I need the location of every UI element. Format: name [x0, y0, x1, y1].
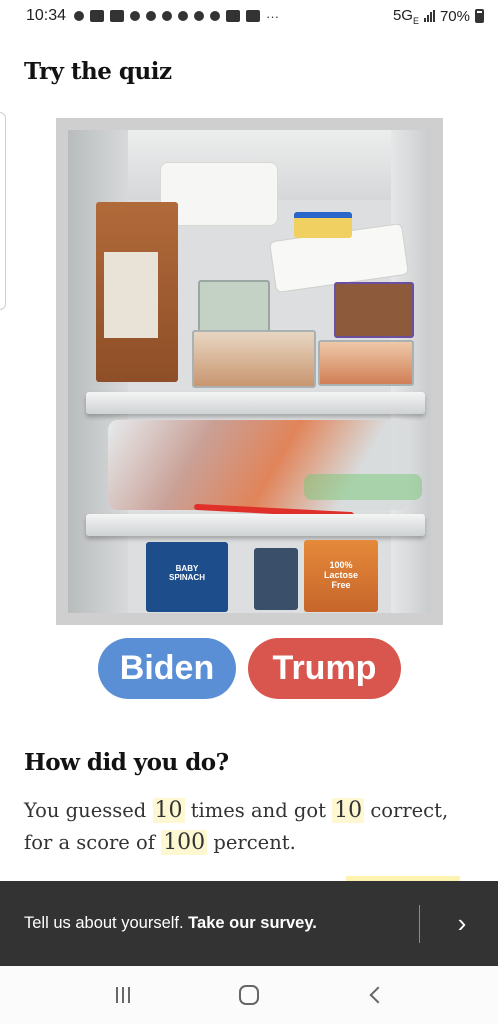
recents-icon: [116, 987, 130, 1003]
more-notifications-icon: ···: [266, 8, 280, 24]
results-title: How did you do?: [24, 749, 229, 776]
notification-icons: ···: [74, 9, 393, 24]
jar: [254, 548, 298, 610]
score-value: 100: [161, 830, 208, 855]
food-container: [192, 330, 316, 388]
refrigerator-photo: BABY SPINACH 100% Lactose Free: [56, 118, 443, 625]
survey-banner[interactable]: Tell us about yourself. Take our survey.…: [0, 881, 498, 966]
gallery-icon: [246, 10, 261, 22]
status-time: 10:34: [26, 7, 67, 24]
package-label: Lactose: [323, 570, 358, 580]
back-button[interactable]: [351, 975, 399, 1015]
recent-apps-button[interactable]: [99, 975, 147, 1015]
survey-link[interactable]: Take our survey.: [188, 914, 317, 932]
network-label: 5GE: [392, 6, 419, 26]
youtube-icon: [90, 10, 105, 22]
battery-percent: 70%: [439, 7, 470, 25]
status-right: 5GE 70%: [393, 7, 484, 26]
package-label: 100%: [329, 560, 353, 570]
spinach-package: BABY SPINACH: [146, 542, 228, 612]
food-container: [334, 282, 414, 338]
fridge-shelf: [86, 392, 425, 414]
edge-panel-handle[interactable]: [0, 112, 6, 310]
status-bar: 10:34 ··· 5GE 70%: [0, 0, 498, 32]
package-label: BABY: [175, 564, 199, 573]
lactose-free-milk: 100% Lactose Free: [304, 540, 378, 612]
yelp-icon: [210, 11, 221, 21]
battery-icon: [475, 9, 484, 23]
milk-carton: [96, 202, 178, 382]
app-icon: [178, 11, 189, 21]
guessed-count: 10: [152, 798, 185, 823]
chevron-right-icon[interactable]: ›: [442, 904, 482, 944]
quiz-title: Try the quiz: [24, 58, 172, 85]
food-container: [294, 212, 352, 238]
back-icon: [369, 986, 387, 1004]
youtube-icon: [110, 10, 125, 22]
voicemail-icon: [130, 11, 141, 21]
package-label: SPINACH: [168, 573, 205, 582]
fridge-interior: BABY SPINACH 100% Lactose Free: [68, 130, 431, 613]
home-icon: [239, 985, 259, 1005]
food-container: [198, 280, 270, 332]
divider: [419, 904, 420, 943]
package-label: Free: [331, 580, 351, 590]
home-button[interactable]: [225, 975, 273, 1015]
bike-icon: [226, 10, 241, 22]
biden-button[interactable]: Biden: [98, 638, 236, 699]
signal-icon: [423, 10, 435, 22]
fridge-shelf: [86, 514, 425, 536]
survey-text[interactable]: Tell us about yourself. Take our survey.: [24, 914, 419, 933]
produce-bag: [304, 474, 422, 500]
food-container: [318, 340, 414, 386]
trump-button[interactable]: Trump: [248, 638, 401, 699]
notification-icon: [74, 11, 85, 21]
correct-count: 10: [332, 798, 365, 823]
coffee-icon: [162, 11, 173, 21]
results-summary: You guessed 10 times and got 10 correct,…: [24, 798, 449, 855]
system-nav-bar: [0, 966, 498, 1024]
coffee-icon: [146, 11, 157, 21]
yelp-icon: [194, 11, 205, 21]
